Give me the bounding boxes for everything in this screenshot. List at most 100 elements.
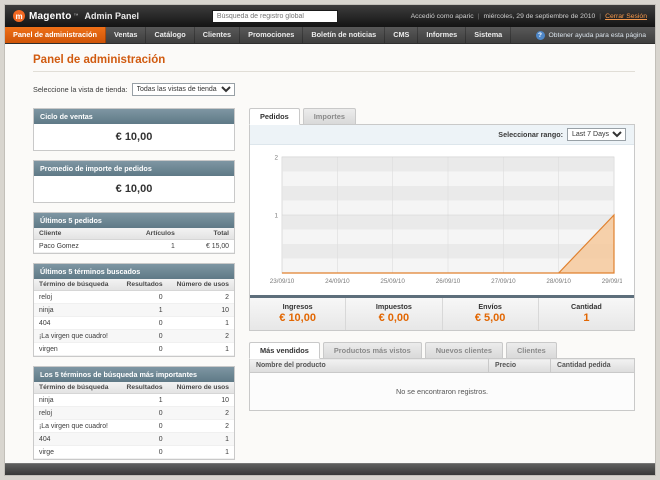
separator: | xyxy=(599,12,602,20)
table-row[interactable]: ninja 1 10 xyxy=(34,303,234,317)
table-cell: 1 xyxy=(115,239,180,253)
table-cell: 1 xyxy=(118,393,168,407)
store-view-switcher: Seleccione la vista de tienda: Todas las… xyxy=(33,83,635,96)
logo-trademark: ™ xyxy=(73,13,79,19)
tab-nuevos-clientes[interactable]: Nuevos clientes xyxy=(424,342,503,359)
table-row[interactable]: ¡La virgen que cuadro! 0 2 xyxy=(34,329,234,343)
separator: | xyxy=(477,12,480,20)
svg-text:23/09/10: 23/09/10 xyxy=(270,278,295,285)
table-cell: 0 xyxy=(118,445,168,459)
magento-logo-icon: m xyxy=(13,10,25,22)
column-header: Nombre del producto xyxy=(249,358,489,373)
logo-text: Magento xyxy=(29,10,72,22)
global-search xyxy=(147,9,403,23)
products-tabs: Más vendidos Productos más vistos Nuevos c… xyxy=(249,342,635,359)
header-row: Término de búsqueda Resultados Número de u… xyxy=(34,279,234,291)
global-search-input[interactable] xyxy=(211,9,338,23)
table-cell: 1 xyxy=(167,342,234,356)
orders-chart-svg: 23/09/10 24/09/10 25/09/10 26/09/10 27/09/10… xyxy=(270,154,622,285)
products-table: Nombre del producto Precio Cantidad pedida… xyxy=(249,358,635,411)
footer-bar xyxy=(5,463,655,475)
top-search-terms-table: Término de búsqueda Resultados Número de u… xyxy=(34,382,234,459)
table-row[interactable]: virgen 0 1 xyxy=(34,342,234,356)
top-header: m Magento ™ Admin Panel Accedió como apa… xyxy=(5,5,655,27)
nav-item-cms[interactable]: CMS xyxy=(385,27,419,43)
table-row[interactable]: ¡La virgen que cuadro! 0 2 xyxy=(34,419,234,433)
svg-text:25/09/10: 25/09/10 xyxy=(380,278,405,285)
nav-item-sistema[interactable]: Sistema xyxy=(466,27,512,43)
table-cell: virge xyxy=(34,445,119,459)
box-title: Últimos 5 términos buscados xyxy=(34,264,234,279)
svg-text:m: m xyxy=(15,12,22,21)
table-cell: 0 xyxy=(118,290,168,304)
tab-productos-mas-vistos[interactable]: Productos más vistos xyxy=(322,342,422,359)
total-impuestos: Impuestos € 0,00 xyxy=(345,298,441,330)
table-cell: Paco Gomez xyxy=(34,239,116,253)
logout-link[interactable]: Cerrar Sesión xyxy=(605,13,647,20)
table-cell: 1 xyxy=(167,316,234,330)
average-orders-value: € 10,00 xyxy=(115,183,153,195)
table-row[interactable]: 404 0 1 xyxy=(34,316,234,330)
nav-item-clientes[interactable]: Clientes xyxy=(195,27,241,43)
column-header: Término de búsqueda xyxy=(34,279,119,291)
total-cantidad: Cantidad 1 xyxy=(537,298,634,330)
table-cell: ninja xyxy=(34,393,119,407)
table-row[interactable]: reloj 0 2 xyxy=(34,290,234,304)
table-row[interactable]: virge 0 1 xyxy=(34,445,234,459)
tab-mas-vendidos[interactable]: Más vendidos xyxy=(249,342,320,359)
orders-panel: Seleccionar rango: Last 7 Days 23/09/10 2… xyxy=(249,124,635,331)
main-nav-list: Panel de administración Ventas Catálogo Cli… xyxy=(5,27,512,43)
lifetime-sales-box: Ciclo de ventas € 10,00 xyxy=(33,108,235,151)
table-cell: 1 xyxy=(167,445,234,459)
svg-text:1: 1 xyxy=(274,212,278,219)
table-cell: 404 xyxy=(34,316,119,330)
table-cell: 10 xyxy=(167,393,234,407)
title-divider xyxy=(33,71,635,72)
table-cell: € 15,00 xyxy=(179,239,234,253)
total-value: € 5,00 xyxy=(474,312,506,324)
dashboard-totals: Ingresos € 10,00 Impuestos € 0,00 Envíos € 5,… xyxy=(250,295,634,330)
table-cell: ¡La virgen que cuadro! xyxy=(34,419,119,433)
table-cell: reloj xyxy=(34,406,119,420)
dashboard-left-column: Ciclo de ventas € 10,00 Promedio de impo… xyxy=(33,108,235,460)
nav-item-boletin-de-noticias[interactable]: Boletín de noticias xyxy=(303,27,386,43)
table-row[interactable]: reloj 0 2 xyxy=(34,406,234,420)
magento-logo[interactable]: m Magento ™ Admin Panel xyxy=(13,10,139,22)
nav-item-catalogo[interactable]: Catálogo xyxy=(146,27,195,43)
table-cell: 0 xyxy=(118,432,168,446)
tab-importes[interactable]: Importes xyxy=(302,108,356,125)
nav-item-promociones[interactable]: Promociones xyxy=(240,27,304,43)
nav-item-ventas[interactable]: Ventas xyxy=(106,27,147,43)
dashboard: Ciclo de ventas € 10,00 Promedio de impo… xyxy=(33,108,635,460)
table-cell: 0 xyxy=(118,316,168,330)
page-help-link[interactable]: ? Obtener ayuda para esta página xyxy=(527,27,656,43)
svg-text:27/09/10: 27/09/10 xyxy=(491,278,516,285)
user-info: Accedió como aparic | miércoles, 29 de s… xyxy=(411,13,647,20)
range-bar: Seleccionar rango: Last 7 Days xyxy=(250,125,634,145)
header-row: Nombre del producto Precio Cantidad pedida xyxy=(249,358,635,373)
nav-item-informes[interactable]: Informes xyxy=(418,27,467,43)
last-orders-table: Cliente Artículos Total Paco Gomez 1 € 15,00 xyxy=(34,228,234,253)
tab-pedidos[interactable]: Pedidos xyxy=(249,108,300,125)
store-view-select[interactable]: Todas las vistas de tienda xyxy=(131,83,235,96)
tab-clientes[interactable]: Clientes xyxy=(505,342,557,359)
table-row[interactable]: 404 0 1 xyxy=(34,432,234,446)
table-cell: 2 xyxy=(167,329,234,343)
table-row[interactable]: ninja 1 10 xyxy=(34,393,234,407)
svg-text:26/09/10: 26/09/10 xyxy=(436,278,461,285)
table-cell: reloj xyxy=(34,290,119,304)
page-title: Panel de administración xyxy=(33,54,166,66)
table-row[interactable]: Paco Gomez 1 € 15,00 xyxy=(34,239,234,253)
range-select[interactable]: Last 7 Days xyxy=(567,128,626,141)
table-cell: 404 xyxy=(34,432,119,446)
column-header: Número de usos xyxy=(167,382,234,394)
table-cell: ¡La virgen que cuadro! xyxy=(34,329,119,343)
table-cell: ninja xyxy=(34,303,119,317)
total-value: 1 xyxy=(583,312,590,324)
dashboard-right-column: Pedidos Importes Seleccionar rango: Last … xyxy=(249,108,635,411)
box-title: Los 5 términos de búsqueda más important… xyxy=(34,367,234,382)
column-header: Resultados xyxy=(118,382,168,394)
nav-item-panel-de-administracion[interactable]: Panel de administración xyxy=(5,27,106,43)
svg-text:24/09/10: 24/09/10 xyxy=(325,278,350,285)
column-header: Resultados xyxy=(118,279,168,291)
